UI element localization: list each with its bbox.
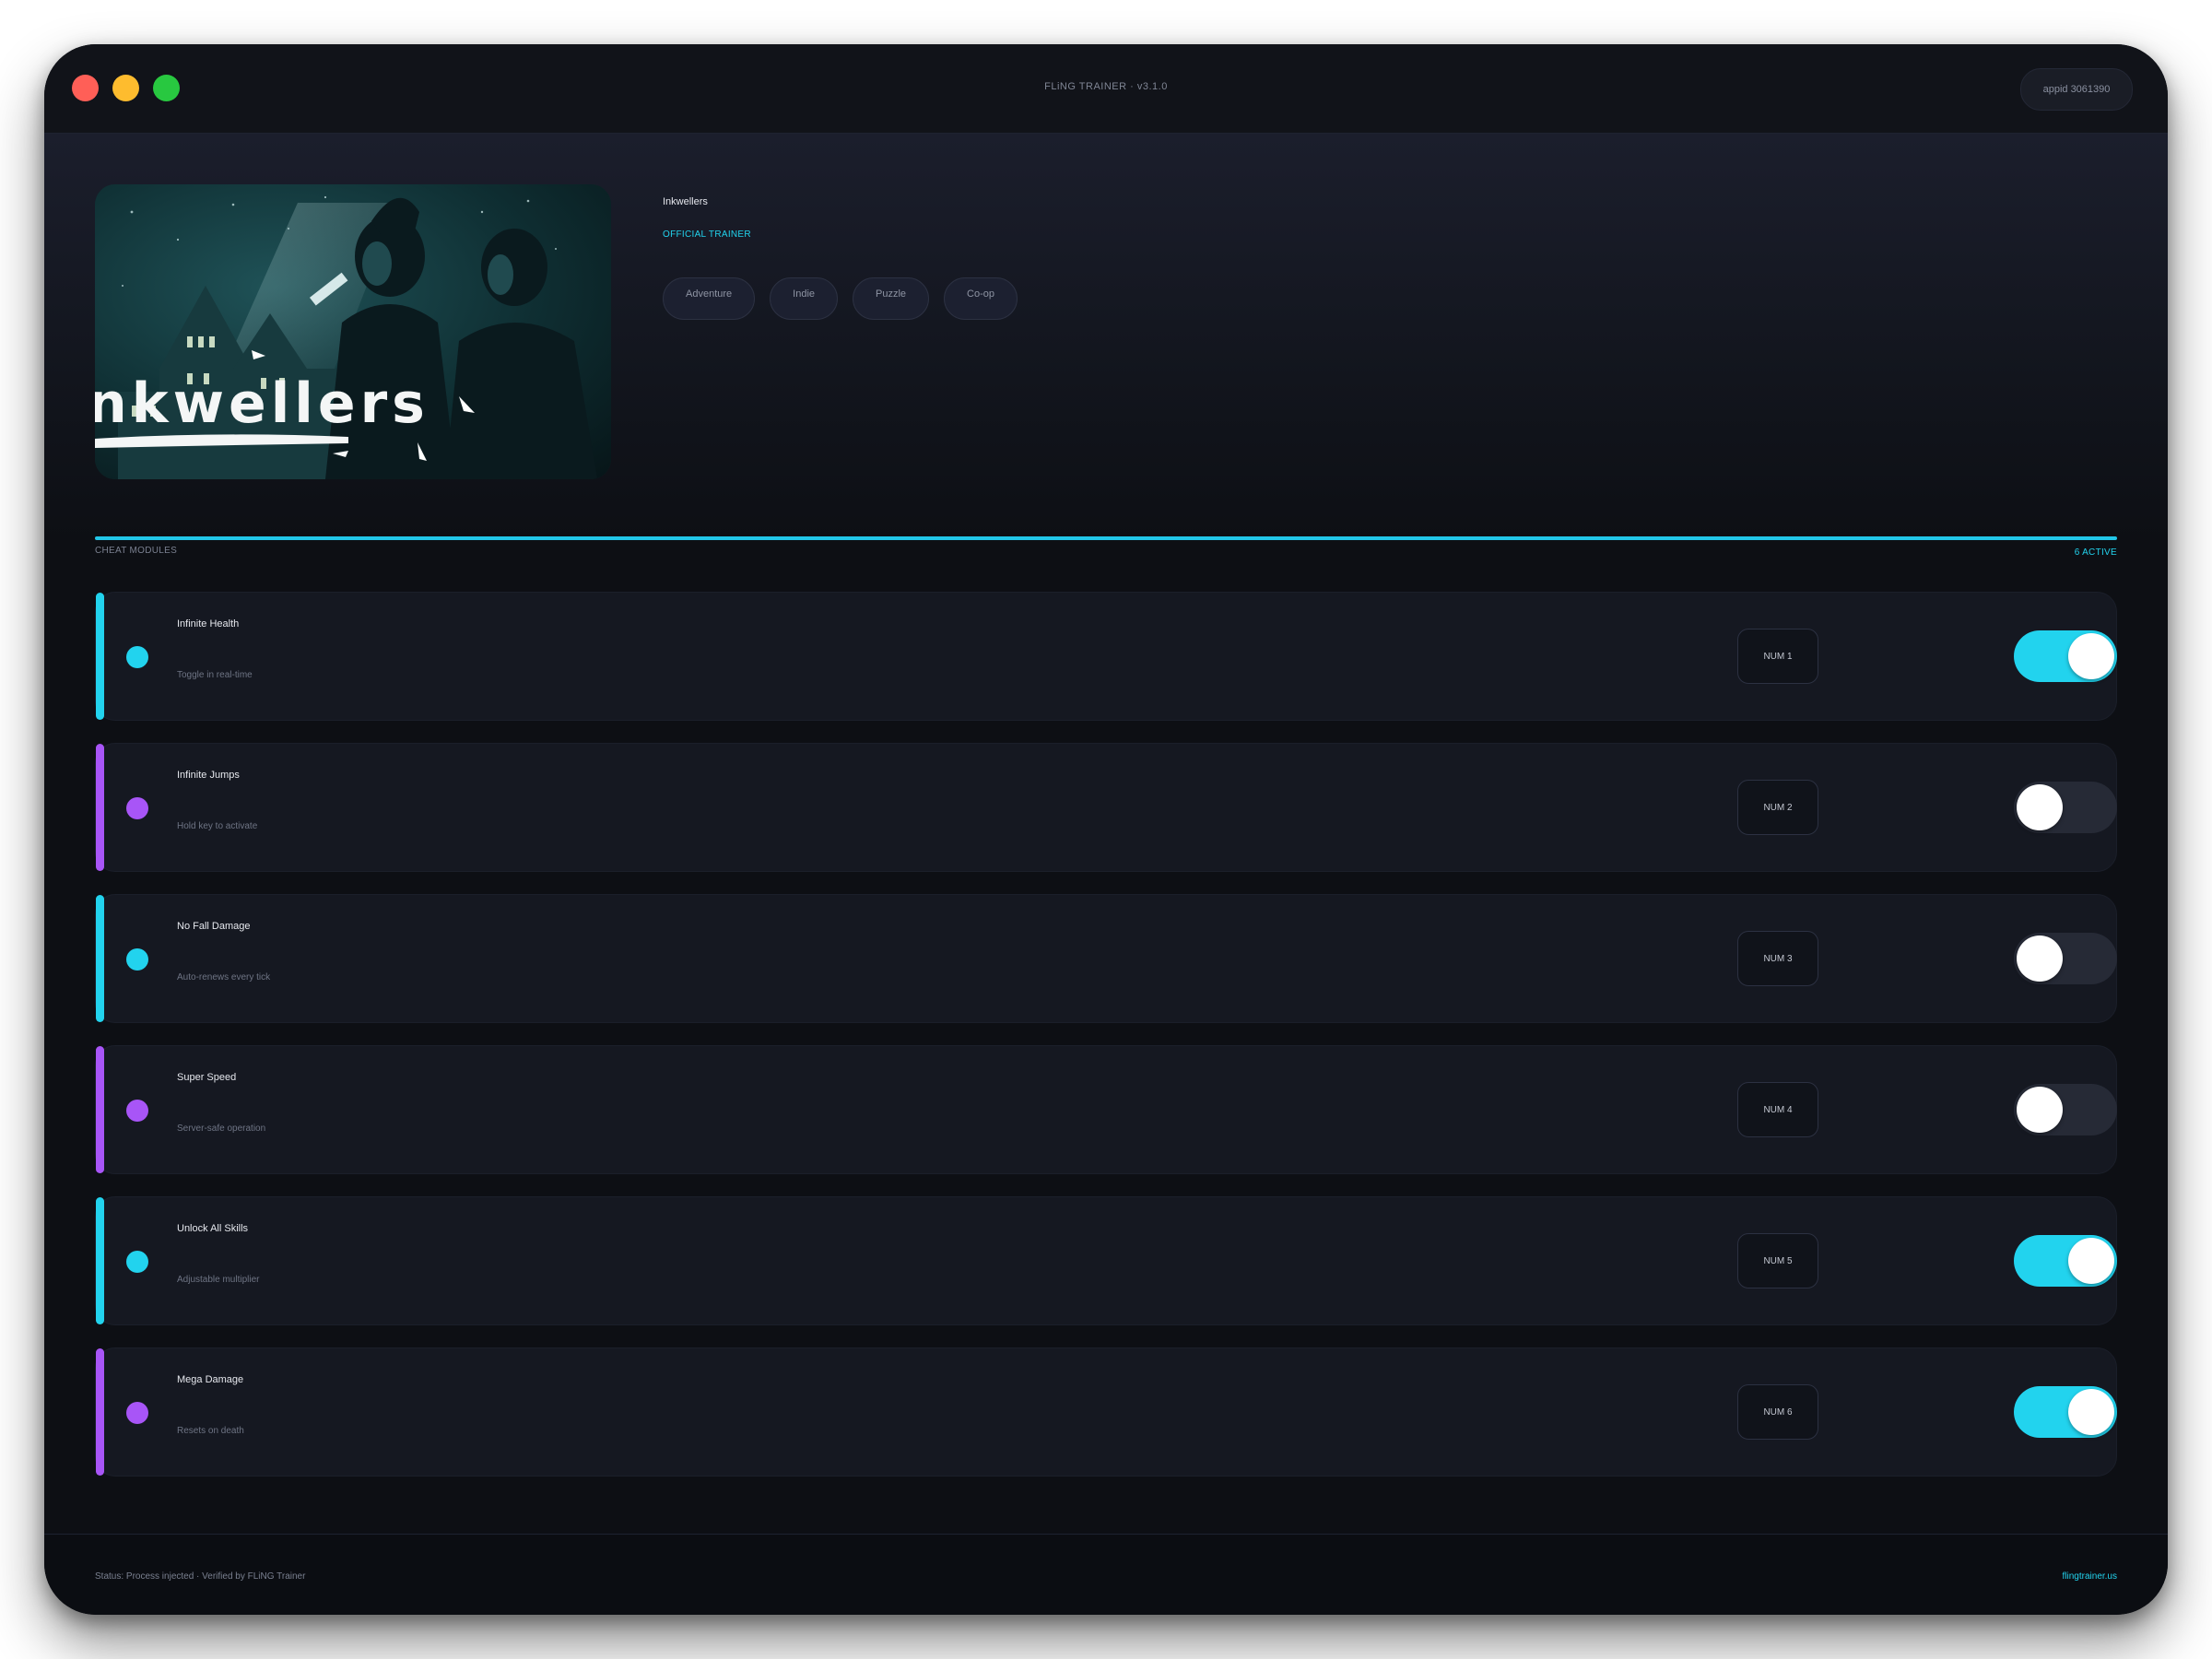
cheat-toggle[interactable]: [2014, 630, 2117, 682]
cheat-accent-bar: [96, 744, 104, 871]
cheat-row[interactable]: Infinite Jumps Hold key to activate NUM …: [95, 743, 2117, 872]
hotkey-button[interactable]: NUM 1: [1737, 629, 1818, 684]
website-link[interactable]: flingtrainer.us: [2063, 1571, 2117, 1582]
official-trainer-badge: OFFICIAL TRAINER: [663, 229, 751, 240]
cheat-description: Server-safe operation: [177, 1124, 266, 1134]
cover-art: nkwellers: [95, 184, 611, 479]
hotkey-button[interactable]: NUM 5: [1737, 1233, 1818, 1288]
cheat-accent-bar: [96, 1348, 104, 1476]
active-count: 6 ACTIVE: [2074, 547, 2117, 558]
cheat-status-dot: [126, 1402, 148, 1424]
cheat-toggle[interactable]: [2014, 1386, 2117, 1438]
genre-tag[interactable]: Puzzle: [853, 277, 930, 320]
game-title: Inkwellers: [663, 196, 708, 207]
trainer-window: FLiNG TRAINER · v3.1.0 appid 3061390 nkw…: [44, 44, 2168, 1615]
cheat-accent-bar: [96, 895, 104, 1022]
cheat-row[interactable]: Mega Damage Resets on death NUM 6: [95, 1347, 2117, 1477]
cheat-description: Hold key to activate: [177, 821, 258, 831]
cheat-description: Auto-renews every tick: [177, 972, 271, 982]
genre-tag[interactable]: Co-op: [944, 277, 1018, 320]
cheat-name: No Fall Damage: [177, 921, 251, 932]
toggle-knob: [2068, 633, 2114, 679]
toggle-knob: [2068, 1238, 2114, 1284]
genre-tag[interactable]: Indie: [770, 277, 839, 320]
window-title: FLiNG TRAINER · v3.1.0: [1044, 81, 1168, 92]
game-header: nkwellers Inkwellers OFFICIAL TRAINER Ad…: [44, 134, 2168, 542]
cheat-row[interactable]: Super Speed Server-safe operation NUM 4: [95, 1045, 2117, 1174]
cheat-status-dot: [126, 646, 148, 668]
game-cover-image: nkwellers: [95, 184, 611, 479]
cheat-accent-bar: [96, 1046, 104, 1173]
cheat-status-dot: [126, 948, 148, 971]
toggle-knob: [2017, 1087, 2063, 1133]
cheat-description: Toggle in real-time: [177, 670, 253, 680]
cheat-name: Unlock All Skills: [177, 1223, 249, 1234]
cheat-row[interactable]: No Fall Damage Auto-renews every tick NU…: [95, 894, 2117, 1023]
hotkey-button[interactable]: NUM 2: [1737, 780, 1818, 835]
cheat-accent-bar: [96, 593, 104, 720]
cheat-toggle[interactable]: [2014, 1084, 2117, 1135]
hotkey-button[interactable]: NUM 4: [1737, 1082, 1818, 1137]
cover-title-text: nkwellers: [95, 371, 429, 436]
cheat-description: Resets on death: [177, 1426, 244, 1436]
section-divider: [95, 536, 2117, 540]
cheat-row[interactable]: Infinite Health Toggle in real-time NUM …: [95, 592, 2117, 721]
title-bar: FLiNG TRAINER · v3.1.0 appid 3061390: [44, 44, 2168, 134]
cheat-accent-bar: [96, 1197, 104, 1324]
section-label: CHEAT MODULES: [95, 546, 178, 556]
cheat-name: Infinite Jumps: [177, 770, 240, 781]
status-footer: Status: Process injected · Verified by F…: [44, 1534, 2168, 1615]
hotkey-button[interactable]: NUM 6: [1737, 1384, 1818, 1440]
genre-tags: Adventure Indie Puzzle Co-op: [663, 277, 1018, 320]
hotkey-button[interactable]: NUM 3: [1737, 931, 1818, 986]
toggle-knob: [2068, 1389, 2114, 1435]
cheat-row[interactable]: Unlock All Skills Adjustable multiplier …: [95, 1196, 2117, 1325]
appid-chip: appid 3061390: [2020, 68, 2133, 111]
cheat-name: Mega Damage: [177, 1374, 244, 1385]
cheat-name: Infinite Health: [177, 618, 240, 629]
cheat-status-dot: [126, 1251, 148, 1273]
cheat-toggle[interactable]: [2014, 1235, 2117, 1287]
toggle-knob: [2017, 784, 2063, 830]
toggle-knob: [2017, 935, 2063, 982]
genre-tag[interactable]: Adventure: [663, 277, 756, 320]
cheat-toggle[interactable]: [2014, 782, 2117, 833]
cheat-toggle[interactable]: [2014, 933, 2117, 984]
cheat-status-dot: [126, 1100, 148, 1122]
cheat-description: Adjustable multiplier: [177, 1275, 260, 1285]
cheat-name: Super Speed: [177, 1072, 237, 1083]
status-text: Status: Process injected · Verified by F…: [95, 1571, 306, 1582]
cheat-status-dot: [126, 797, 148, 819]
